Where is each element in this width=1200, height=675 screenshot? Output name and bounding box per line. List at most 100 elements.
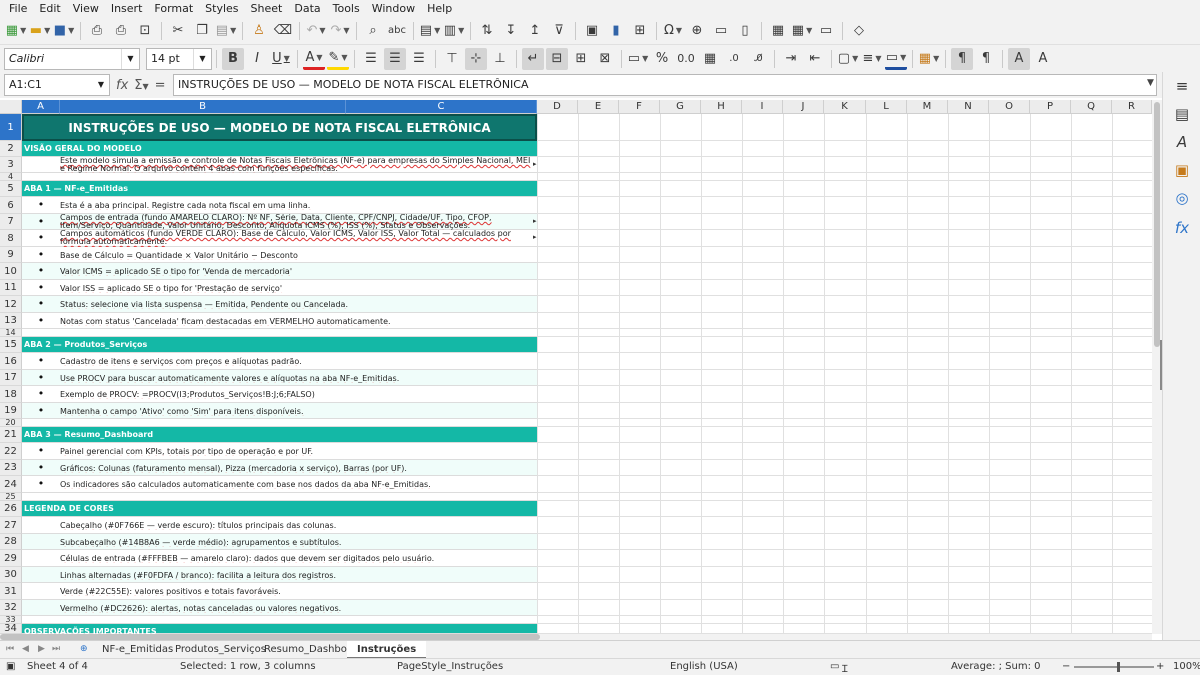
language[interactable]: English (USA) [670,661,738,672]
row-header[interactable]: 32 [0,600,22,616]
split-window-icon[interactable]: ▭ [815,20,837,42]
column-header-r[interactable]: R [1112,100,1152,114]
column-header-j[interactable]: J [783,100,824,114]
last-sheet-icon[interactable]: ⏭ [52,644,60,654]
properties-icon[interactable]: ▤ [1172,104,1192,124]
prev-sheet-icon[interactable]: ◀ [22,644,29,654]
column-header-f[interactable]: F [619,100,660,114]
merge-cells-icon[interactable]: ⊞ [570,48,592,70]
print-icon[interactable]: ⎙ [110,20,132,42]
menu-help[interactable]: Help [421,0,458,17]
italic-icon[interactable]: I [246,48,268,70]
font-color-icon[interactable]: A ▼ [303,48,325,70]
sort-descending-icon[interactable]: ↥ [524,20,546,42]
column-header-e[interactable]: E [578,100,619,114]
align-left-icon[interactable]: ☰ [360,48,382,70]
menu-tools[interactable]: Tools [327,0,366,17]
instruction-text[interactable]: Linhas alternadas (#F0FDFA / branco): fa… [60,571,533,580]
instruction-text[interactable]: Cabeçalho (#0F766E — verde escuro): títu… [60,521,533,530]
column-icon[interactable]: ▥ ▼ [443,20,465,42]
column-header-d[interactable]: D [537,100,578,114]
pivot-table-icon[interactable]: ⊞ [629,20,651,42]
column-header-c[interactable]: C [346,100,537,114]
delete-decimal-icon[interactable]: .0̸ [747,48,769,70]
instruction-text[interactable]: Cadastro de itens e serviços com preços … [60,357,533,366]
row-header[interactable]: 6 [0,197,22,214]
column-header-q[interactable]: Q [1071,100,1112,114]
row-header[interactable]: 8 [0,230,22,247]
align-center-icon[interactable]: ☰ [384,47,406,70]
sum-icon[interactable]: Σ▼ [134,78,148,93]
add-decimal-icon[interactable]: .0 [723,48,745,70]
chevron-down-icon[interactable]: ▼ [93,75,109,95]
row-header[interactable]: 11 [0,280,22,296]
row-header[interactable]: 31 [0,583,22,600]
cut-icon[interactable]: ✂ [167,20,189,42]
column-header-o[interactable]: O [989,100,1030,114]
percent-format-icon[interactable]: % [651,48,673,70]
row-header[interactable]: 27 [0,517,22,534]
tab-instrucoes[interactable]: Instruções [347,641,427,659]
row-header[interactable]: 25 [0,492,22,501]
zoom-slider-thumb[interactable] [1117,662,1120,672]
function-wizard-icon[interactable]: fx [116,78,128,93]
menu-window[interactable]: Window [366,0,421,17]
instruction-text[interactable]: Este modelo simula a emissão e controle … [60,157,533,173]
copy-icon[interactable]: ❐ [191,20,213,42]
row-header[interactable]: 13 [0,313,22,329]
merge-center-icon[interactable]: ⊟ [546,47,568,70]
insert-chart-icon[interactable]: ▮ [605,20,627,42]
insert-mode-icon[interactable]: Ɪ [842,661,848,675]
show-draw-functions-icon[interactable]: ◇ [848,20,870,42]
instruction-text[interactable]: Status: selecione via lista suspensa — E… [60,300,533,309]
define-print-area-icon[interactable]: ▦ [767,20,789,42]
align-bottom-icon[interactable]: ⊥ [489,48,511,70]
conditional-format-icon[interactable]: ▦ ▼ [918,48,940,70]
row-header[interactable]: 34 [0,623,22,634]
row-header[interactable]: 26 [0,501,22,517]
hyperlink-icon[interactable]: ⊕ [686,20,708,42]
page-style[interactable]: PageStyle_Instruções [397,661,503,672]
row-band[interactable] [22,616,537,624]
comment-icon[interactable]: ▭ [710,20,732,42]
column-header-h[interactable]: H [701,100,742,114]
row-header[interactable]: 2 [0,141,22,157]
row-header[interactable]: 5 [0,181,22,197]
row-header[interactable]: 9 [0,247,22,263]
align-right-icon[interactable]: ☰ [408,48,430,70]
instruction-text[interactable]: Mantenha o campo 'Ativo' como 'Sim' para… [60,407,533,416]
menu-insert[interactable]: Insert [105,0,149,17]
instruction-text[interactable]: Campos de entrada (fundo AMARELO CLARO):… [60,214,533,230]
font-size-box[interactable]: 14 pt ▼ [146,47,212,70]
menu-edit[interactable]: Edit [33,0,66,17]
column-header-i[interactable]: I [742,100,783,114]
row-band[interactable] [22,173,537,181]
instruction-text[interactable]: Os indicadores são calculados automatica… [60,480,533,489]
zoom-level[interactable]: 100% [1173,661,1200,672]
row-header[interactable]: 10 [0,263,22,280]
column-header-l[interactable]: L [866,100,907,114]
instruction-text[interactable]: Notas com status 'Cancelada' ficam desta… [60,317,533,326]
column-header-m[interactable]: M [907,100,948,114]
bold-icon[interactable]: B [222,47,244,70]
row-header[interactable]: 24 [0,476,22,493]
row-header[interactable]: 17 [0,370,22,386]
row-band[interactable] [22,419,537,427]
instruction-text[interactable]: Esta é a aba principal. Registre cada no… [60,201,533,210]
clone-formatting-icon[interactable]: ♙ [248,20,270,42]
special-character-icon[interactable]: Ω ▼ [662,20,684,42]
instruction-text[interactable]: Verde (#22C55E): valores positivos e tot… [60,587,533,596]
find-replace-icon[interactable]: ⌕ [362,20,384,42]
unmerge-cells-icon[interactable]: ⊠ [594,48,616,70]
header-footer-icon[interactable]: ▯ [734,20,756,42]
column-header-g[interactable]: G [660,100,701,114]
row-band[interactable] [22,329,537,337]
row-header[interactable]: 20 [0,418,22,427]
next-sheet-icon[interactable]: ▶ [38,644,45,654]
number-format-icon[interactable]: 0.0 [675,48,697,70]
row-header[interactable]: 18 [0,386,22,403]
menu-format[interactable]: Format [148,0,199,17]
row-header[interactable]: 7 [0,214,22,230]
spelling-icon[interactable]: abc [386,20,408,42]
navigator-icon[interactable]: ◎ [1172,188,1192,208]
